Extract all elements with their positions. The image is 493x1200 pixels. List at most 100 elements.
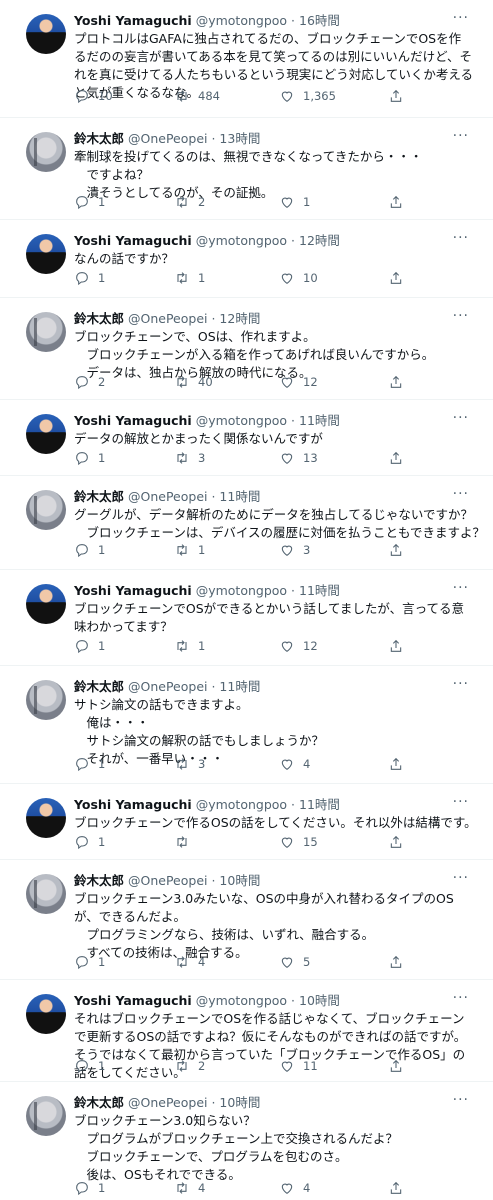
like-button[interactable]: 1 — [279, 194, 310, 210]
author-handle[interactable]: @OnePeopei — [128, 489, 207, 504]
author-name[interactable]: Yoshi Yamaguchi — [74, 583, 192, 598]
author-handle[interactable]: @ymotongpoo — [196, 797, 287, 812]
tweet[interactable]: 鈴木太郎 @OnePeopei · 10時間 ··· ブロックチェーン3.0知ら… — [0, 1082, 493, 1200]
timestamp[interactable]: 11時間 — [299, 583, 340, 598]
timestamp[interactable]: 12時間 — [219, 311, 260, 326]
reply-button[interactable]: 1 — [74, 1180, 105, 1196]
tweet[interactable]: Yoshi Yamaguchi @ymotongpoo · 10時間 ··· そ… — [0, 980, 493, 1082]
more-options-icon[interactable]: ··· — [453, 410, 469, 426]
more-options-icon[interactable]: ··· — [453, 870, 469, 886]
timestamp[interactable]: 10時間 — [219, 873, 260, 888]
reply-button[interactable]: 1 — [74, 194, 105, 210]
tweet[interactable]: Yoshi Yamaguchi @ymotongpoo · 11時間 ··· ブ… — [0, 784, 493, 860]
reply-button[interactable]: 1 — [74, 270, 105, 286]
avatar[interactable] — [26, 234, 66, 274]
more-options-icon[interactable]: ··· — [453, 990, 469, 1006]
author-handle[interactable]: @ymotongpoo — [196, 413, 287, 428]
retweet-button[interactable]: 3 — [174, 756, 205, 772]
timestamp[interactable]: 11時間 — [219, 679, 260, 694]
like-button[interactable]: 1,365 — [279, 88, 336, 104]
like-button[interactable]: 5 — [279, 954, 310, 970]
author-handle[interactable]: @ymotongpoo — [196, 993, 287, 1008]
more-options-icon[interactable]: ··· — [453, 230, 469, 246]
retweet-button[interactable]: 1 — [174, 542, 205, 558]
share-button[interactable] — [388, 450, 404, 466]
author-handle[interactable]: @ymotongpoo — [196, 13, 287, 28]
share-button[interactable] — [388, 834, 404, 850]
share-button[interactable] — [388, 542, 404, 558]
share-button[interactable] — [388, 954, 404, 970]
timestamp[interactable]: 11時間 — [219, 489, 260, 504]
avatar[interactable] — [26, 584, 66, 624]
author-handle[interactable]: @OnePeopei — [128, 873, 207, 888]
share-button[interactable] — [388, 1058, 404, 1074]
timestamp[interactable]: 10時間 — [219, 1095, 260, 1110]
like-button[interactable]: 4 — [279, 1180, 310, 1196]
avatar[interactable] — [26, 1096, 66, 1136]
like-button[interactable]: 12 — [279, 374, 318, 390]
reply-button[interactable]: 1 — [74, 834, 105, 850]
reply-button[interactable]: 1 — [74, 638, 105, 654]
share-button[interactable] — [388, 270, 404, 286]
like-button[interactable]: 3 — [279, 542, 310, 558]
share-button[interactable] — [388, 374, 404, 390]
avatar[interactable] — [26, 490, 66, 530]
reply-button[interactable]: 1 — [74, 542, 105, 558]
avatar[interactable] — [26, 312, 66, 352]
share-button[interactable] — [388, 1180, 404, 1196]
like-button[interactable]: 13 — [279, 450, 318, 466]
reply-button[interactable]: 10 — [74, 88, 113, 104]
tweet[interactable]: 鈴木太郎 @OnePeopei · 12時間 ··· ブロックチェーンで、OSは… — [0, 298, 493, 400]
tweet[interactable]: 鈴木太郎 @OnePeopei · 11時間 ··· サトシ論文の話もできますよ… — [0, 666, 493, 784]
author-name[interactable]: 鈴木太郎 — [74, 131, 124, 146]
reply-button[interactable]: 1 — [74, 756, 105, 772]
more-options-icon[interactable]: ··· — [453, 308, 469, 324]
retweet-button[interactable]: 4 — [174, 954, 205, 970]
retweet-button[interactable]: 2 — [174, 194, 205, 210]
reply-button[interactable]: 1 — [74, 450, 105, 466]
author-name[interactable]: 鈴木太郎 — [74, 311, 124, 326]
share-button[interactable] — [388, 88, 404, 104]
tweet[interactable]: 鈴木太郎 @OnePeopei · 13時間 ··· 牽制球を投げてくるのは、無… — [0, 118, 493, 220]
more-options-icon[interactable]: ··· — [453, 10, 469, 26]
retweet-button[interactable]: 3 — [174, 450, 205, 466]
more-options-icon[interactable]: ··· — [453, 676, 469, 692]
retweet-button[interactable]: 40 — [174, 374, 213, 390]
retweet-button[interactable] — [174, 834, 198, 850]
more-options-icon[interactable]: ··· — [453, 794, 469, 810]
timestamp[interactable]: 13時間 — [219, 131, 260, 146]
tweet[interactable]: Yoshi Yamaguchi @ymotongpoo · 11時間 ··· デ… — [0, 400, 493, 476]
author-name[interactable]: Yoshi Yamaguchi — [74, 797, 192, 812]
author-name[interactable]: 鈴木太郎 — [74, 873, 124, 888]
share-button[interactable] — [388, 756, 404, 772]
avatar[interactable] — [26, 798, 66, 838]
author-name[interactable]: Yoshi Yamaguchi — [74, 993, 192, 1008]
share-button[interactable] — [388, 638, 404, 654]
avatar[interactable] — [26, 132, 66, 172]
avatar[interactable] — [26, 680, 66, 720]
reply-button[interactable]: 2 — [74, 374, 105, 390]
author-name[interactable]: 鈴木太郎 — [74, 489, 124, 504]
timestamp[interactable]: 16時間 — [299, 13, 340, 28]
retweet-button[interactable]: 1 — [174, 270, 205, 286]
author-handle[interactable]: @OnePeopei — [128, 131, 207, 146]
author-handle[interactable]: @ymotongpoo — [196, 233, 287, 248]
like-button[interactable]: 10 — [279, 270, 318, 286]
retweet-button[interactable]: 4 — [174, 1180, 205, 1196]
tweet[interactable]: Yoshi Yamaguchi @ymotongpoo · 12時間 ··· な… — [0, 220, 493, 298]
share-button[interactable] — [388, 194, 404, 210]
avatar[interactable] — [26, 14, 66, 54]
avatar[interactable] — [26, 874, 66, 914]
retweet-button[interactable]: 2 — [174, 1058, 205, 1074]
like-button[interactable]: 11 — [279, 1058, 318, 1074]
author-handle[interactable]: @OnePeopei — [128, 311, 207, 326]
reply-button[interactable]: 1 — [74, 954, 105, 970]
retweet-button[interactable]: 484 — [174, 88, 220, 104]
like-button[interactable]: 4 — [279, 756, 310, 772]
tweet[interactable]: 鈴木太郎 @OnePeopei · 11時間 ··· グーグルが、データ解析のた… — [0, 476, 493, 570]
more-options-icon[interactable]: ··· — [453, 486, 469, 502]
more-options-icon[interactable]: ··· — [453, 1092, 469, 1108]
author-handle[interactable]: @OnePeopei — [128, 1095, 207, 1110]
like-button[interactable]: 12 — [279, 638, 318, 654]
author-name[interactable]: Yoshi Yamaguchi — [74, 13, 192, 28]
